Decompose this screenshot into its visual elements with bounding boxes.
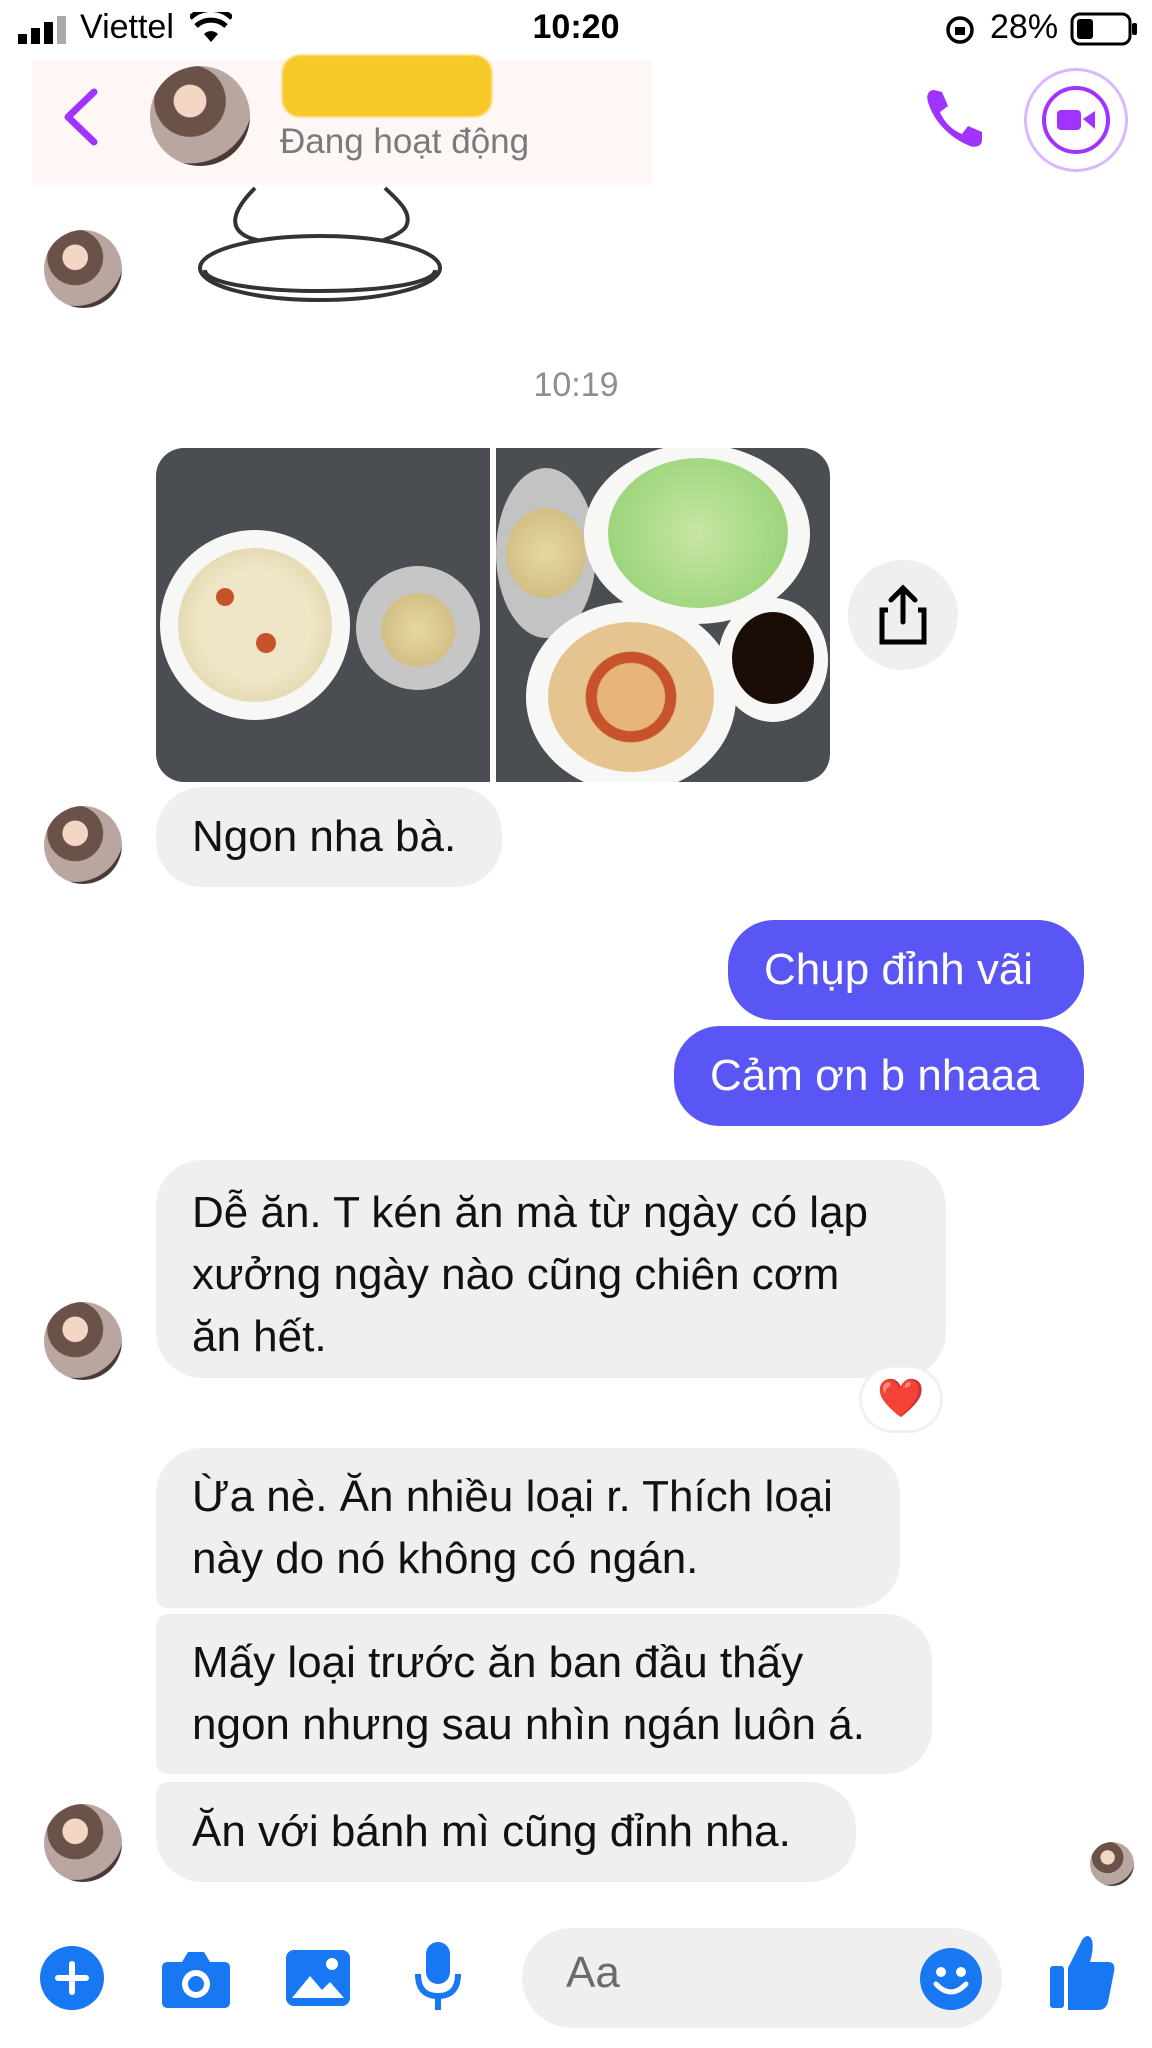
message-placeholder: Aa — [566, 1948, 620, 1997]
active-status: Đang hoạt động — [280, 122, 530, 161]
read-receipt-avatar — [1090, 1842, 1134, 1886]
message-line: Mấy loại trước ăn ban đầu thấy — [192, 1638, 804, 1687]
message-line: xưởng ngày nào cũng chiên cơm — [192, 1250, 840, 1299]
message-text: Chụp đỉnh vãi — [764, 945, 1034, 994]
battery-percent: 28% — [990, 8, 1059, 46]
photo-gallery-icon[interactable] — [284, 1948, 352, 2008]
message-text: Cảm ơn b nhaaa — [710, 1051, 1040, 1100]
contact-avatar-small — [44, 1804, 122, 1882]
incoming-message[interactable]: Ừa nè. Ăn nhiều loại r. Thích loại này d… — [156, 1448, 900, 1608]
plus-icon — [55, 1961, 89, 1995]
message-text: Ngon nha bà. — [192, 812, 457, 861]
contact-avatar-small — [44, 1302, 122, 1380]
status-bar: Viettel 10:20 28% — [0, 0, 1152, 60]
contact-avatar-small — [44, 230, 122, 308]
heart-reaction[interactable]: ❤️ — [862, 1368, 940, 1430]
incoming-message[interactable]: Ăn với bánh mì cũng đỉnh nha. — [156, 1782, 856, 1882]
message-line: Dễ ăn. T kén ăn mà từ ngày có lạp — [192, 1188, 869, 1237]
thread-timestamp: 10:19 — [533, 366, 619, 404]
video-call-button[interactable] — [1024, 68, 1128, 172]
thumbs-up-icon[interactable] — [1048, 1932, 1116, 2012]
redacted-contact-name — [282, 55, 492, 117]
food-photo-2[interactable] — [496, 448, 830, 782]
incoming-message[interactable]: Dễ ăn. T kén ăn mà từ ngày có lạp xưởng … — [156, 1160, 946, 1378]
share-button[interactable] — [848, 560, 958, 670]
outgoing-message[interactable]: Cảm ơn b nhaaa — [674, 1026, 1084, 1126]
food-photo-1[interactable] — [156, 448, 490, 782]
phone-call-icon[interactable] — [920, 84, 990, 154]
microphone-icon[interactable] — [414, 1940, 462, 2014]
incoming-message[interactable]: Ngon nha bà. — [156, 787, 502, 887]
sticker-image[interactable] — [195, 178, 455, 308]
orientation-lock-icon — [946, 16, 974, 44]
incoming-message[interactable]: Mấy loại trước ăn ban đầu thấy ngon nhưn… — [156, 1614, 932, 1774]
clock: 10:20 — [532, 8, 620, 46]
message-line: này do nó không có ngán. — [192, 1534, 699, 1583]
emoji-icon[interactable] — [918, 1946, 984, 2012]
battery-icon — [1070, 12, 1137, 46]
message-line: ăn hết. — [192, 1312, 327, 1361]
contact-avatar[interactable] — [150, 66, 250, 166]
message-text: Ăn với bánh mì cũng đỉnh nha. — [192, 1807, 791, 1856]
message-line: Ừa nè. Ăn nhiều loại r. Thích loại — [192, 1472, 833, 1521]
message-line: ngon nhưng sau nhìn ngán luôn á. — [192, 1700, 865, 1749]
add-button[interactable] — [40, 1946, 104, 2010]
outgoing-message[interactable]: Chụp đỉnh vãi — [728, 920, 1084, 1020]
camera-icon[interactable] — [160, 1948, 232, 2010]
back-arrow-icon[interactable] — [58, 86, 102, 148]
contact-avatar-small — [44, 806, 122, 884]
video-camera-icon — [1057, 110, 1095, 130]
share-icon — [879, 584, 927, 645]
